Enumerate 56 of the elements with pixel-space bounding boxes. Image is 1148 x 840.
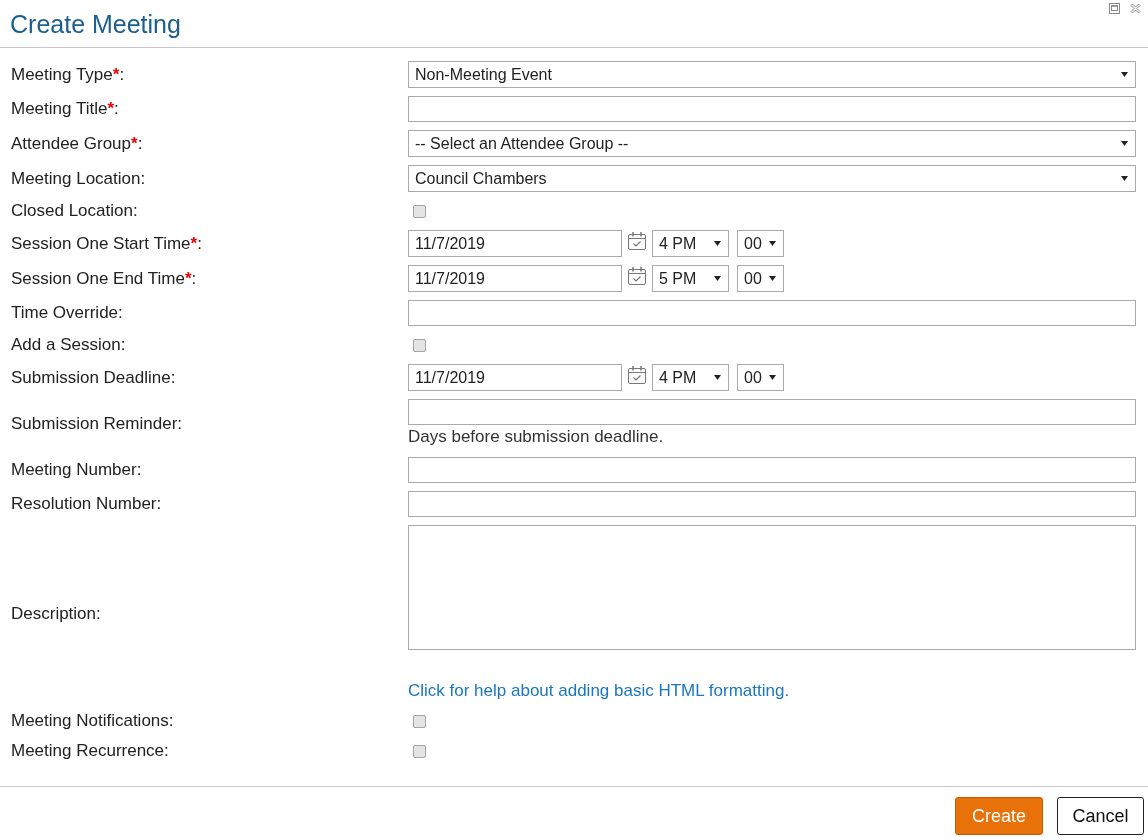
field-label: Attendee Group*: (11, 132, 143, 155)
text-field[interactable] (408, 300, 1136, 326)
field-label: Meeting Location: (11, 167, 146, 190)
dropdown[interactable]: -- Select an Attendee Group -- (408, 130, 1136, 157)
text-field[interactable] (408, 491, 1136, 517)
dropdown[interactable]: 4 PM (652, 230, 729, 257)
caret-icon (714, 375, 721, 380)
field-label: Resolution Number: (11, 493, 162, 515)
dropdown[interactable]: 00 (737, 265, 784, 292)
checkbox[interactable] (413, 338, 426, 352)
field-label: Meeting Type*: (11, 63, 125, 86)
calendar-icon[interactable] (627, 266, 647, 286)
field-label: Session One Start Time*: (11, 232, 202, 255)
dropdown[interactable]: 4 PM (652, 364, 729, 391)
field-label: Submission Reminder: (11, 413, 182, 435)
dropdown[interactable]: 00 (737, 364, 784, 391)
field-label: Meeting Notifications: (11, 710, 174, 732)
caret-icon (769, 241, 776, 246)
caret-icon (769, 375, 776, 380)
caret-icon (769, 276, 776, 281)
dropdown[interactable]: 00 (737, 230, 784, 257)
restore-icon[interactable] (1109, 3, 1120, 14)
checkbox[interactable] (413, 714, 426, 728)
date-field[interactable]: 11/7/2019 (408, 230, 622, 257)
text-field[interactable] (408, 96, 1136, 122)
close-icon[interactable] (1130, 3, 1141, 14)
field-label: Time Override: (11, 302, 123, 324)
dropdown[interactable]: 5 PM (652, 265, 729, 292)
caret-icon (1121, 176, 1128, 181)
cancel-button[interactable]: Cancel (1057, 797, 1144, 835)
field-hint: Days before submission deadline. (408, 426, 665, 448)
date-field[interactable]: 11/7/2019 (408, 265, 622, 292)
text-field[interactable] (408, 457, 1136, 483)
field-label: Submission Deadline: (11, 366, 176, 389)
field-label: Meeting Number: (11, 459, 142, 481)
field-label: Add a Session: (11, 334, 126, 356)
field-label: Meeting Title*: (11, 98, 119, 120)
caret-icon (714, 241, 721, 246)
caret-icon (1121, 141, 1128, 146)
help-link[interactable]: Click for help about adding basic HTML formatting. (408, 680, 790, 702)
field-label: Closed Location: (11, 200, 138, 222)
field-label: Meeting Recurrence: (11, 740, 169, 762)
description-field[interactable] (408, 525, 1136, 650)
checkbox[interactable] (413, 204, 426, 218)
calendar-icon[interactable] (627, 231, 647, 251)
dialog-title: Create Meeting (10, 8, 181, 39)
date-field[interactable]: 11/7/2019 (408, 364, 622, 391)
field-label: Description: (11, 602, 101, 625)
caret-icon (1121, 72, 1128, 77)
text-field[interactable] (408, 399, 1136, 425)
dropdown[interactable]: Non-Meeting Event (408, 61, 1136, 88)
caret-icon (714, 276, 721, 281)
dropdown[interactable]: Council Chambers (408, 165, 1136, 192)
field-label: Session One End Time*: (11, 267, 197, 290)
calendar-icon[interactable] (627, 365, 647, 385)
checkbox[interactable] (413, 744, 426, 758)
